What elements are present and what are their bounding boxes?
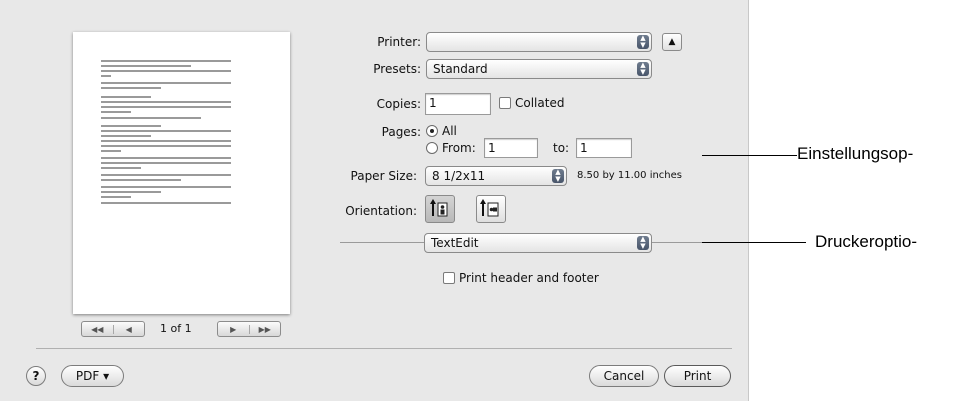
settings-callout-label: Einstellungsop- xyxy=(797,144,914,163)
last-page-icon[interactable]: ▶▶ xyxy=(248,324,281,334)
popup-arrows-icon: ▲ ▼ xyxy=(637,35,649,49)
first-page-icon[interactable]: ◀◀ xyxy=(82,325,113,334)
pages-from-label: From: xyxy=(442,141,476,155)
pages-from-field[interactable]: 1 xyxy=(484,138,538,158)
printer-label: Printer: xyxy=(377,35,421,49)
page-preview xyxy=(73,32,290,314)
printer-popup[interactable]: ▲ ▼ xyxy=(426,32,652,52)
presets-popup[interactable]: Standard ▲ ▼ xyxy=(426,59,652,79)
copies-label: Copies: xyxy=(376,97,421,111)
popup-arrows-icon: ▲ ▼ xyxy=(637,236,649,250)
next-page-icon[interactable]: ▶ xyxy=(218,325,249,334)
collated-checkbox[interactable] xyxy=(499,97,511,109)
pages-to-field[interactable]: 1 xyxy=(576,138,632,158)
paper-size-popup[interactable]: 8 1/2x11 ▲ ▼ xyxy=(425,166,567,186)
collated-label: Collated xyxy=(515,96,565,110)
landscape-orientation-icon xyxy=(480,199,499,217)
presets-label: Presets: xyxy=(373,62,421,76)
pages-to-label: to: xyxy=(553,141,570,155)
app-options-value: TextEdit xyxy=(431,236,479,250)
printer-disclosure-button[interactable]: ▲ xyxy=(662,33,682,51)
settings-callout-line xyxy=(702,155,797,156)
preview-forward-buttons[interactable]: ▶ ▶▶ xyxy=(217,321,281,337)
orientation-label: Orientation: xyxy=(345,204,417,218)
pages-label: Pages: xyxy=(381,125,421,139)
print-dialog: ◀◀ ◀ 1 of 1 ▶ ▶▶ Printer: ▲ ▼ ▲ Presets: … xyxy=(0,0,749,401)
orientation-landscape-button[interactable] xyxy=(476,195,506,223)
cancel-button[interactable]: Cancel xyxy=(589,365,659,387)
paper-size-label: Paper Size: xyxy=(350,169,417,183)
help-button[interactable]: ? xyxy=(26,366,46,386)
copies-field[interactable]: 1 xyxy=(425,93,491,115)
portrait-orientation-icon xyxy=(430,199,448,217)
popup-arrows-icon: ▲ ▼ xyxy=(637,62,649,76)
printer-options-callout-line xyxy=(702,242,806,243)
preview-back-buttons[interactable]: ◀◀ ◀ xyxy=(81,321,145,337)
section-divider-left xyxy=(340,242,424,243)
printer-options-callout-label: Druckeroptio- xyxy=(815,232,918,251)
app-options-popup[interactable]: TextEdit ▲ ▼ xyxy=(424,233,652,253)
previous-page-icon[interactable]: ◀ xyxy=(112,324,145,334)
orientation-portrait-button[interactable] xyxy=(425,195,455,223)
paper-dimensions: 8.50 by 11.00 inches xyxy=(577,170,683,181)
pages-from-radio[interactable] xyxy=(426,142,438,154)
disclosure-triangle-icon: ▲ xyxy=(668,37,676,47)
print-button[interactable]: Print xyxy=(664,365,731,387)
presets-value: Standard xyxy=(433,62,488,76)
page-indicator: 1 of 1 xyxy=(160,322,192,335)
section-divider-right xyxy=(652,242,702,243)
header-footer-label: Print header and footer xyxy=(459,271,599,285)
pdf-menu-button[interactable]: PDF ▾ xyxy=(61,365,124,387)
popup-arrows-icon: ▲ ▼ xyxy=(552,169,564,183)
header-footer-checkbox[interactable] xyxy=(443,272,455,284)
paper-size-value: 8 1/2x11 xyxy=(432,169,486,183)
pages-all-radio[interactable] xyxy=(426,125,438,137)
footer-divider xyxy=(36,348,732,349)
pages-all-label: All xyxy=(442,124,457,138)
